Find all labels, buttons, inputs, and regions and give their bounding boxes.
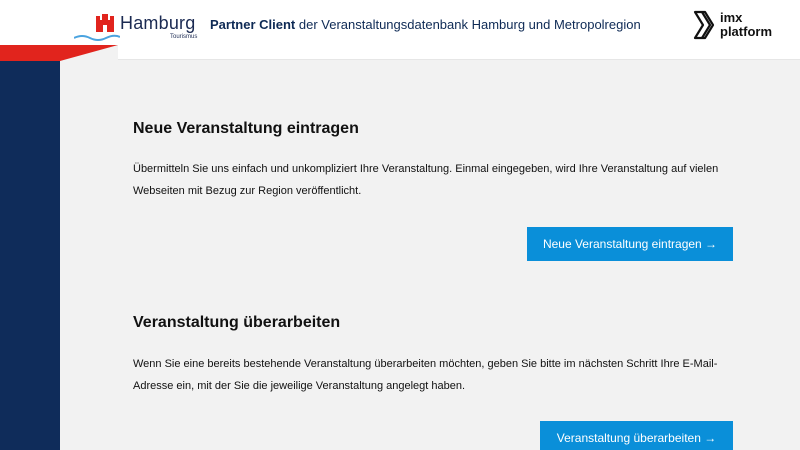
imx-wordmark: imx platform — [720, 11, 772, 39]
new-event-button[interactable]: Neue Veranstaltung eintragen → — [527, 227, 733, 261]
page-title-rest: der Veranstaltungsdatenbank Hamburg und … — [295, 17, 641, 32]
imx-logo-icon — [693, 10, 715, 40]
edit-event-button[interactable]: Veranstaltung überarbeiten → — [540, 421, 733, 450]
imx-line-1: imx — [720, 10, 743, 25]
imx-line-2: platform — [720, 24, 772, 39]
section-edit-event: Veranstaltung überarbeiten Wenn Sie eine… — [133, 314, 733, 397]
imx-platform-logo[interactable]: imx platform — [692, 10, 782, 42]
section-heading: Neue Veranstaltung eintragen — [133, 120, 359, 137]
castle-icon — [96, 14, 114, 32]
page-title-strong: Partner Client — [210, 17, 296, 32]
logo-subtitle: Tourismus — [170, 34, 198, 40]
section-new-event: Neue Veranstaltung eintragen Übermitteln… — [133, 120, 733, 202]
logo-wordmark: Hamburg — [120, 13, 196, 33]
sidebar — [0, 61, 60, 450]
page-title: Partner Client der Veranstaltungsdatenba… — [210, 17, 641, 32]
red-accent-cut — [60, 45, 118, 61]
header: Hamburg Tourismus Partner Client der Ver… — [0, 0, 800, 60]
section-text: Wenn Sie eine bereits bestehende Veranst… — [133, 358, 718, 392]
section-heading: Veranstaltung überarbeiten — [133, 314, 341, 331]
hamburg-tourismus-logo[interactable]: Hamburg Tourismus — [74, 10, 197, 46]
section-text: Übermitteln Sie uns einfach und unkompli… — [133, 163, 719, 197]
